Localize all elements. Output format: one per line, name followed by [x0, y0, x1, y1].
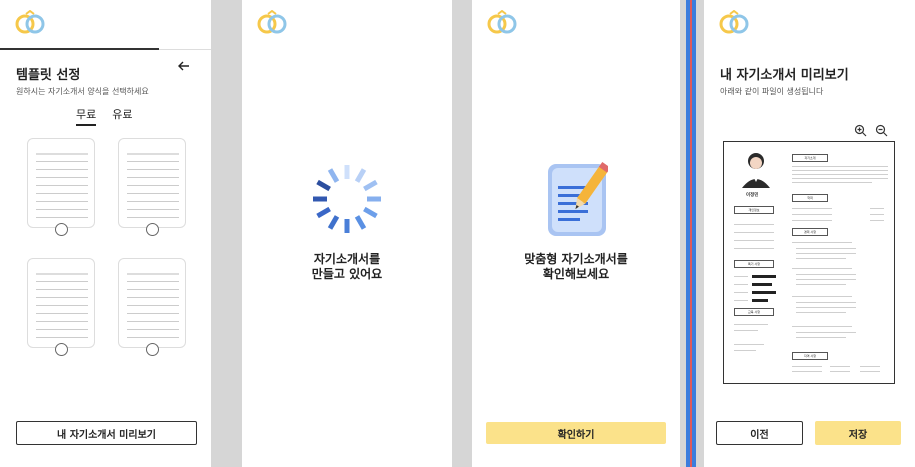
template-preview [127, 149, 179, 219]
page-title: 내 자기소개서 미리보기 [720, 68, 849, 83]
tab-free[interactable]: 무료 [76, 106, 97, 126]
back-arrow-icon[interactable] [177, 58, 191, 72]
template-card[interactable] [118, 258, 186, 356]
logo-icon [256, 9, 288, 36]
result-message-line2: 확인해보세요 [542, 267, 610, 281]
save-button[interactable]: 저장 [815, 421, 901, 445]
loading-message: 자기소개서를 만들고 있어요 [242, 252, 452, 282]
notepad-pencil-icon [546, 160, 611, 238]
loading-spinner-icon [310, 162, 384, 236]
screen-divider [686, 0, 696, 467]
logo-icon [718, 9, 750, 36]
spinner-segment [327, 168, 340, 183]
logo-icon [14, 9, 46, 36]
spinner-segment [363, 206, 378, 219]
resume-section-awards: 자격 사항 [804, 354, 816, 358]
spinner-segment [354, 168, 367, 183]
logo-icon [486, 9, 518, 36]
page-subtitle: 아래와 같이 파일이 생성됩니다 [720, 87, 824, 96]
confirm-button[interactable]: 확인하기 [486, 422, 666, 444]
template-radio[interactable] [55, 343, 68, 356]
resume-section-career: 경력 사항 [804, 230, 816, 234]
template-radio[interactable] [146, 223, 159, 236]
resume-section-intro: 자기소개 [804, 156, 816, 160]
template-card[interactable] [27, 138, 95, 236]
template-select-screen: 템플릿 선정 원하시는 자기소개서 양식을 선택하세요 무료 유료 내 자기소개… [0, 0, 211, 467]
page-title: 템플릿 선정 [16, 68, 81, 83]
template-preview [36, 149, 88, 219]
template-card[interactable] [27, 258, 95, 356]
zoom-out-icon[interactable] [875, 122, 888, 137]
result-message: 맞춤형 자기소개서를 확인해보세요 [472, 252, 680, 282]
result-screen: 맞춤형 자기소개서를 확인해보세요 확인하기 [472, 0, 680, 467]
loading-screen: 자기소개서를 만들고 있어요 [242, 0, 452, 467]
spinner-segment [327, 215, 340, 230]
progress-rule [0, 48, 159, 50]
spinner-segment [316, 206, 331, 219]
page-subtitle: 원하시는 자기소개서 양식을 선택하세요 [16, 87, 149, 96]
spinner-segment [354, 215, 367, 230]
loading-message-line1: 자기소개서를 [313, 252, 381, 266]
profile-photo [738, 148, 774, 188]
resume-preview: 이정민 개인정보 특기 사항 교육 사항 자기소개 학력 경력 사항 자격 사항 [723, 141, 895, 384]
resume-section-personal: 개인정보 [748, 208, 760, 212]
preview-screen: 내 자기소개서 미리보기 아래와 같이 파일이 생성됩니다 이정민 개인정보 특… [704, 0, 915, 467]
zoom-in-icon[interactable] [854, 122, 867, 137]
tab-bar: 무료 유료 [76, 106, 133, 126]
resume-name: 이정민 [746, 193, 759, 198]
spinner-segment [316, 179, 331, 192]
resume-section-education: 학력 [807, 196, 813, 200]
resume-section-edu-history: 교육 사항 [748, 310, 760, 314]
prev-button[interactable]: 이전 [716, 421, 803, 445]
template-radio[interactable] [146, 343, 159, 356]
template-radio[interactable] [55, 223, 68, 236]
result-message-line1: 맞춤형 자기소개서를 [524, 252, 628, 266]
template-preview [36, 269, 88, 339]
tab-paid[interactable]: 유료 [112, 106, 132, 126]
template-preview [127, 269, 179, 339]
spinner-segment [363, 179, 378, 192]
template-card[interactable] [118, 138, 186, 236]
preview-button[interactable]: 내 자기소개서 미리보기 [16, 421, 197, 445]
resume-section-skills: 특기 사항 [748, 262, 760, 266]
loading-message-line2: 만들고 있어요 [311, 267, 383, 281]
